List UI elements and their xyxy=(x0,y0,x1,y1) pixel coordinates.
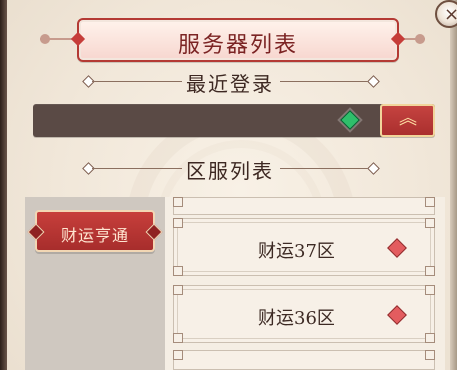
server-name: 财运36区 xyxy=(258,308,335,329)
recent-login-header: 最近登录 xyxy=(80,66,380,96)
server-card-36[interactable]: 财运36区 xyxy=(173,285,435,343)
close-button[interactable]: × xyxy=(435,0,457,28)
server-card-partial-top[interactable] xyxy=(173,197,435,215)
card-corner xyxy=(173,218,183,228)
header-line-right xyxy=(280,81,370,82)
card-corner xyxy=(173,333,183,343)
card-corner xyxy=(425,197,435,207)
card-corner xyxy=(425,218,435,228)
card-corner xyxy=(425,350,435,360)
expand-recent-button[interactable]: ︽ xyxy=(380,104,435,137)
title-banner: 服务器列表 xyxy=(77,18,399,62)
tab-label: 财运亨通 xyxy=(60,226,129,245)
server-list-label: 区服列表 xyxy=(186,159,274,183)
page-title: 服务器列表 xyxy=(177,33,298,58)
card-corner xyxy=(425,285,435,295)
server-list-panel: 服务器列表 × 最近登录 ︽ 区服列表 财运亨通 财运37区 财运36区 xyxy=(0,0,457,370)
server-list-header: 区服列表 xyxy=(80,153,380,183)
panel-left-edge xyxy=(0,0,7,370)
panel-right-edge xyxy=(450,0,457,370)
double-chevron-up-icon: ︽ xyxy=(399,108,417,129)
card-corner xyxy=(173,266,183,276)
close-icon: × xyxy=(444,4,457,25)
server-card-37[interactable]: 财运37区 xyxy=(173,218,435,276)
card-corner xyxy=(173,285,183,295)
card-corner xyxy=(173,197,183,207)
card-corner xyxy=(425,266,435,276)
title-decor-dot-left xyxy=(40,34,50,44)
server-card-partial-bottom[interactable] xyxy=(173,350,435,370)
title-decor-dot-right xyxy=(415,34,425,44)
server-name: 财运37区 xyxy=(258,241,335,262)
recent-server-bar[interactable] xyxy=(33,104,435,137)
header-line-right xyxy=(280,168,370,169)
card-corner xyxy=(425,333,435,343)
recent-login-label: 最近登录 xyxy=(186,72,274,96)
tab-caiyun-hengtong[interactable]: 财运亨通 xyxy=(35,210,155,252)
card-corner xyxy=(173,350,183,360)
